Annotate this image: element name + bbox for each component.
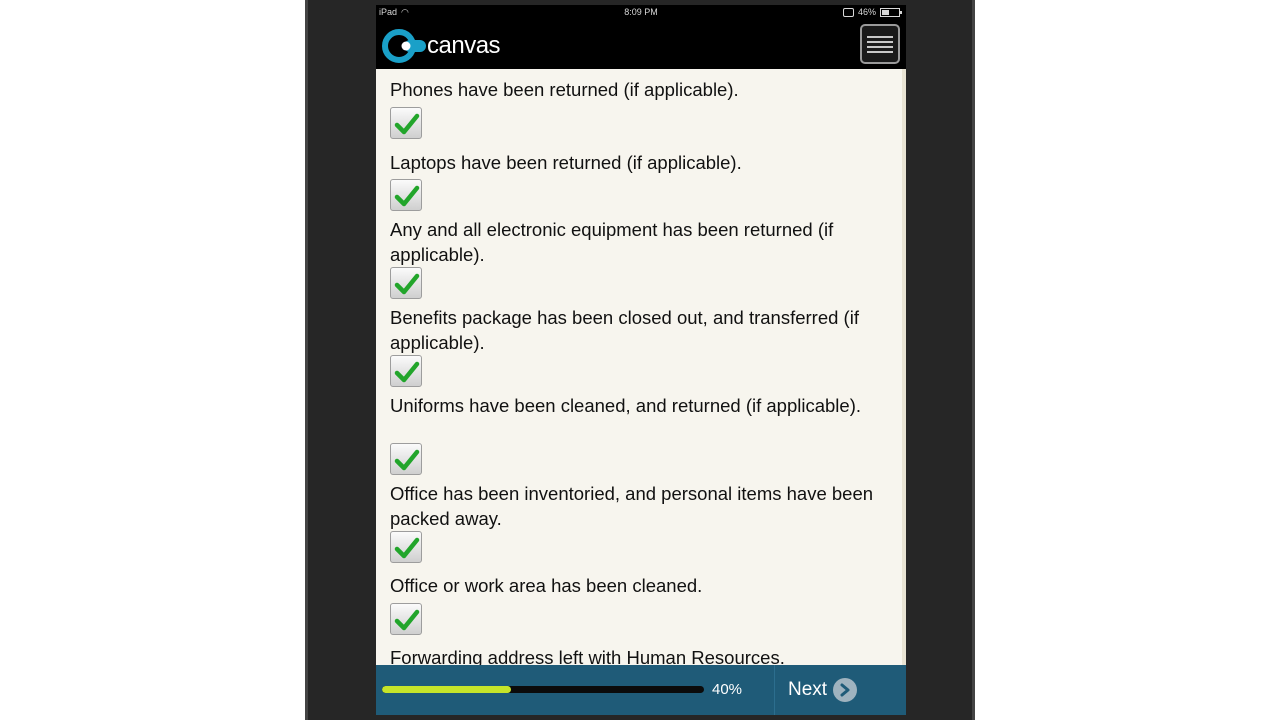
checklist-item-text: Phones have been returned (if applicable… xyxy=(390,79,739,100)
status-time: 8:09 PM xyxy=(624,7,658,17)
checkbox-checked[interactable] xyxy=(390,107,422,139)
checkmark-icon xyxy=(394,609,420,631)
content-edge xyxy=(902,69,906,665)
checklist-item-text: Uniforms have been cleaned, and returned… xyxy=(390,395,862,416)
checklist-content: Phones have been returned (if applicable… xyxy=(376,69,906,665)
checkmark-icon xyxy=(394,361,420,383)
status-bar: iPad ◠ 8:09 PM 46% xyxy=(376,5,906,21)
next-button[interactable]: Next xyxy=(788,675,858,705)
progress-fill xyxy=(382,686,511,693)
checkmark-icon xyxy=(394,273,420,295)
checkmark-icon xyxy=(394,537,420,559)
checklist-item-text: Any and all electronic equipment has bee… xyxy=(390,219,834,265)
checklist-item-text: Office or work area has been cleaned. xyxy=(390,575,703,596)
checkbox-checked[interactable] xyxy=(390,531,422,563)
battery-icon xyxy=(880,7,902,17)
checkmark-icon xyxy=(394,449,420,471)
progress-bar xyxy=(382,686,704,693)
tablet-screen: iPad ◠ 8:09 PM 46% canvas Phones have bee… xyxy=(376,5,906,715)
checkmark-icon xyxy=(394,113,420,135)
bezel-edge-right xyxy=(972,0,975,720)
checkbox-checked[interactable] xyxy=(390,179,422,211)
rotation-lock-icon xyxy=(842,7,854,17)
canvas-logo-icon xyxy=(382,29,426,63)
checklist-item-text: Benefits package has been closed out, an… xyxy=(390,307,859,353)
checklist-item-text: Laptops have been returned (if applicabl… xyxy=(390,152,742,173)
chevron-right-icon xyxy=(833,678,858,702)
app-header: canvas xyxy=(376,21,906,69)
checkbox-checked[interactable] xyxy=(390,443,422,475)
footer-bar: 40% Next xyxy=(376,665,906,715)
progress-percent: 40% xyxy=(712,681,743,698)
logo-text: canvas xyxy=(427,32,501,59)
bezel-edge-left xyxy=(305,0,308,720)
checklist-item-text: Office has been inventoried, and persona… xyxy=(390,483,874,529)
checkmark-icon xyxy=(394,185,420,207)
hamburger-menu-icon[interactable] xyxy=(860,24,900,64)
status-right: 46% xyxy=(842,7,902,17)
checkbox-checked[interactable] xyxy=(390,603,422,635)
battery-percent: 46% xyxy=(857,7,876,17)
footer-divider xyxy=(774,665,775,715)
checkbox-checked[interactable] xyxy=(390,355,422,387)
checklist-item-text: Forwarding address left with Human Resou… xyxy=(390,647,785,665)
checkbox-checked[interactable] xyxy=(390,267,422,299)
canvas-logo[interactable]: canvas xyxy=(382,27,501,65)
next-label: Next xyxy=(788,679,828,700)
